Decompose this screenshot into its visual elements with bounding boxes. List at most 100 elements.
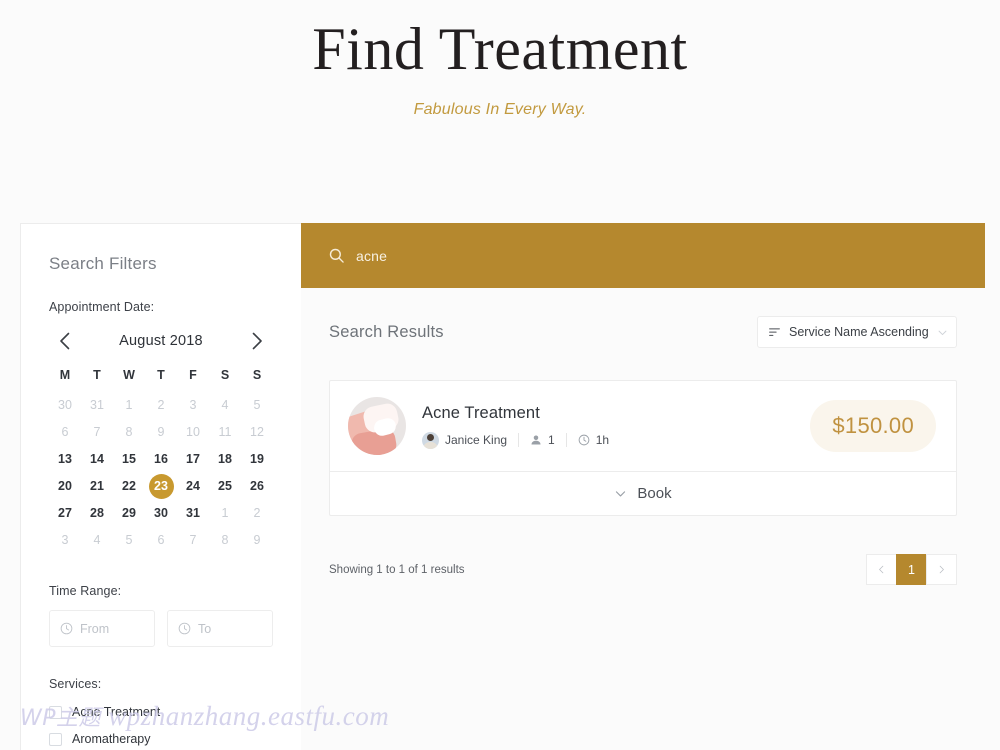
calendar-week-row: 27 28 29 30 31 1 2 xyxy=(49,500,273,527)
services-filter: Services: Acne TreatmentAromatherapyBoto… xyxy=(49,677,273,750)
time-range-label: Time Range: xyxy=(49,584,122,598)
calendar-day[interactable]: 19 xyxy=(241,446,273,473)
calendar-weekday: T xyxy=(93,368,101,382)
calendar-day[interactable]: 2 xyxy=(145,392,177,419)
calendar-day[interactable]: 29 xyxy=(113,500,145,527)
calendar-day[interactable]: 1 xyxy=(113,392,145,419)
calendar-day[interactable]: 25 xyxy=(209,473,241,500)
calendar-day-label: 3 xyxy=(189,398,197,412)
chevron-right-icon[interactable] xyxy=(247,330,269,352)
appointment-date-calendar[interactable]: August 2018 MTWTFSS 30 31 1 2 3 4 5 6 7 8 9 10 11 12 1… xyxy=(49,326,273,554)
time-to-placeholder: To xyxy=(198,621,212,636)
calendar-day[interactable]: 24 xyxy=(177,473,209,500)
calendar-weekday: T xyxy=(157,368,165,382)
calendar-day-label: 20 xyxy=(58,479,72,493)
calendar-day[interactable]: 27 xyxy=(49,500,81,527)
calendar-day[interactable]: 28 xyxy=(81,500,113,527)
calendar-day-selected[interactable]: 23 xyxy=(145,473,177,500)
calendar-day[interactable]: 3 xyxy=(49,527,81,554)
showing-results-text: Showing 1 to 1 of 1 results xyxy=(329,563,465,576)
calendar-day-label: 16 xyxy=(154,452,168,466)
calendar-day[interactable]: 8 xyxy=(209,527,241,554)
calendar-day-label: 11 xyxy=(218,425,232,439)
time-to-input[interactable]: To xyxy=(167,610,273,647)
service-checkbox-row[interactable]: Aromatherapy xyxy=(49,732,273,746)
pagination-page-1[interactable]: 1 xyxy=(896,554,927,585)
calendar-day[interactable]: 4 xyxy=(81,527,113,554)
calendar-day-label: 13 xyxy=(58,452,72,466)
calendar-day[interactable]: 8 xyxy=(113,419,145,446)
calendar-day[interactable]: 3 xyxy=(177,392,209,419)
service-thumbnail xyxy=(348,397,406,455)
calendar-day-label: 30 xyxy=(154,506,168,520)
pagination-next[interactable] xyxy=(926,554,957,585)
service-name: Acne Treatment xyxy=(422,403,540,422)
calendar-day[interactable]: 20 xyxy=(49,473,81,500)
calendar-day-label: 7 xyxy=(93,425,101,439)
calendar-day-label: 5 xyxy=(125,533,133,547)
calendar-day-label: 9 xyxy=(157,425,165,439)
calendar-day[interactable]: 31 xyxy=(177,500,209,527)
capacity-value: 1 xyxy=(548,433,555,447)
calendar-day[interactable]: 6 xyxy=(145,527,177,554)
calendar-day[interactable]: 4 xyxy=(209,392,241,419)
calendar-header: August 2018 xyxy=(49,326,273,362)
page-tagline: Fabulous In Every Way. xyxy=(413,101,587,118)
calendar-day[interactable]: 22 xyxy=(113,473,145,500)
calendar-day[interactable]: 30 xyxy=(145,500,177,527)
sort-dropdown[interactable]: Service Name Ascending xyxy=(757,316,957,348)
calendar-day[interactable]: 12 xyxy=(241,419,273,446)
calendar-day-label: 1 xyxy=(221,506,229,520)
results-header: Search Results Service Name Ascending xyxy=(329,316,957,348)
calendar-day-label: 29 xyxy=(122,506,136,520)
calendar-day[interactable]: 17 xyxy=(177,446,209,473)
calendar-day[interactable]: 9 xyxy=(241,527,273,554)
person-icon xyxy=(530,434,542,446)
calendar-day[interactable]: 9 xyxy=(145,419,177,446)
page-header: Find Treatment Fabulous In Every Way. xyxy=(0,0,1000,119)
calendar-day[interactable]: 26 xyxy=(241,473,273,500)
calendar-day[interactable]: 7 xyxy=(81,419,113,446)
calendar-day[interactable]: 14 xyxy=(81,446,113,473)
calendar-day-label: 19 xyxy=(250,452,264,466)
calendar-week-row: 6 7 8 9 10 11 12 xyxy=(49,419,273,446)
calendar-day-label: 6 xyxy=(61,425,69,439)
checkbox-icon[interactable] xyxy=(49,705,62,719)
calendar-week-row: 13 14 15 16 17 18 19 xyxy=(49,446,273,473)
calendar-day[interactable]: 13 xyxy=(49,446,81,473)
calendar-day[interactable]: 10 xyxy=(177,419,209,446)
calendar-day[interactable]: 1 xyxy=(209,500,241,527)
calendar-day[interactable]: 7 xyxy=(177,527,209,554)
calendar-day[interactable]: 5 xyxy=(113,527,145,554)
calendar-day[interactable]: 6 xyxy=(49,419,81,446)
service-checkbox-row[interactable]: Acne Treatment xyxy=(49,705,273,719)
main-content: acne Search Results Service Name Ascendi… xyxy=(301,223,985,585)
calendar-day-label: 1 xyxy=(125,398,133,412)
calendar-day[interactable]: 5 xyxy=(241,392,273,419)
service-meta: Janice King 1 1h xyxy=(422,431,794,449)
calendar-day[interactable]: 15 xyxy=(113,446,145,473)
calendar-day[interactable]: 2 xyxy=(241,500,273,527)
result-card: Acne Treatment Janice King 1 1h $150.00 Book xyxy=(329,380,957,516)
calendar-day[interactable]: 21 xyxy=(81,473,113,500)
calendar-day-label: 21 xyxy=(90,479,104,493)
app-body: Search Filters Appointment Date: August … xyxy=(20,223,985,750)
calendar-day-label: 14 xyxy=(90,452,104,466)
book-toggle[interactable]: Book xyxy=(330,471,956,515)
calendar-day[interactable]: 11 xyxy=(209,419,241,446)
search-bar[interactable]: acne xyxy=(301,223,985,288)
provider-meta: Janice King xyxy=(422,431,518,449)
pagination-prev[interactable] xyxy=(866,554,897,585)
calendar-week-row: 20 21 22 23 24 25 26 xyxy=(49,473,273,500)
calendar-day-label: 6 xyxy=(157,533,165,547)
calendar-day-label: 27 xyxy=(58,506,72,520)
calendar-day[interactable]: 16 xyxy=(145,446,177,473)
calendar-day[interactable]: 31 xyxy=(81,392,113,419)
calendar-day[interactable]: 18 xyxy=(209,446,241,473)
checkbox-icon[interactable] xyxy=(49,732,62,746)
calendar-day[interactable]: 30 xyxy=(49,392,81,419)
calendar-day-label: 31 xyxy=(186,506,200,520)
time-from-input[interactable]: From xyxy=(49,610,155,647)
chevron-left-icon[interactable] xyxy=(53,330,75,352)
time-range-filter: Time Range: From To xyxy=(49,584,273,647)
